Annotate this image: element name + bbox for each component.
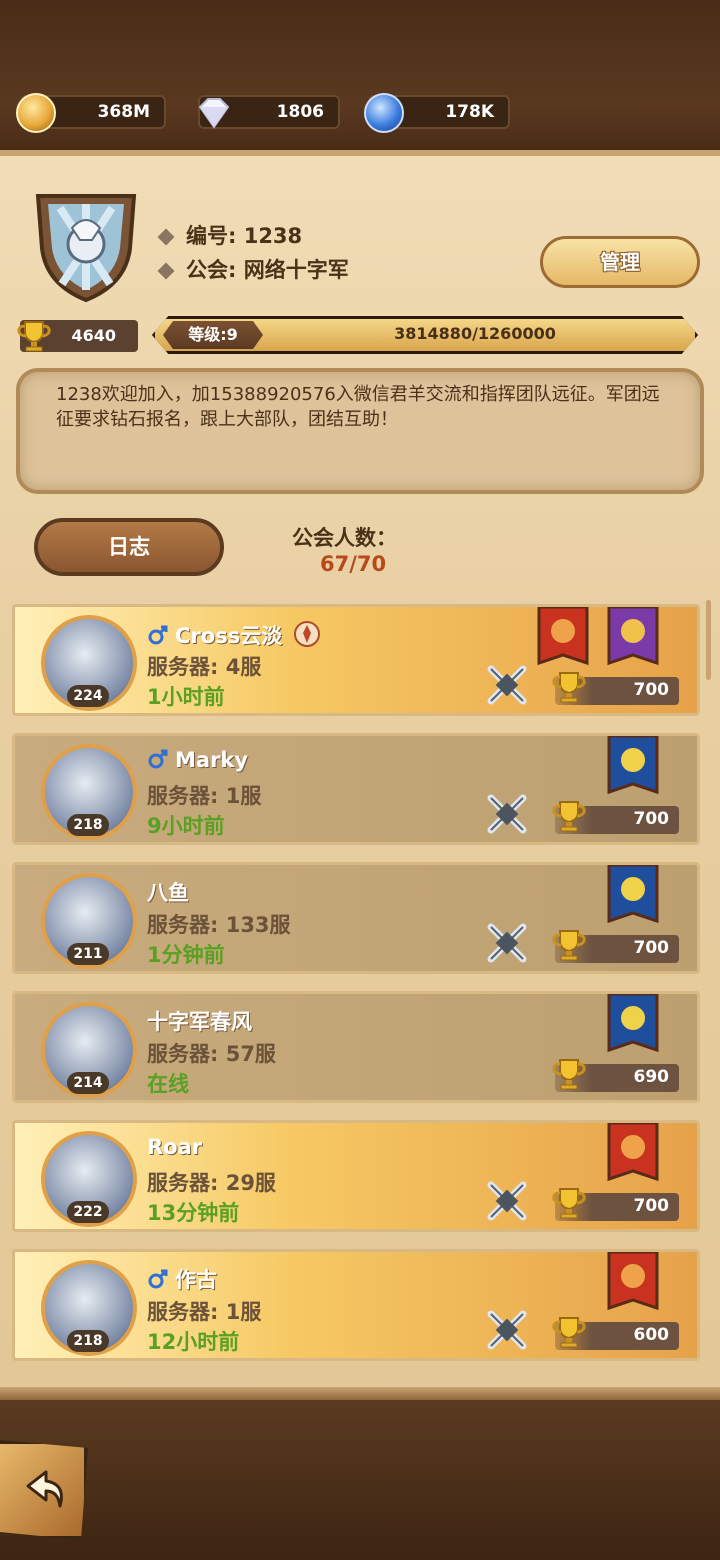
key-banner-icon[interactable]	[605, 736, 661, 800]
guild-rank-badge-icon	[294, 621, 321, 647]
member-server: 服务器: 57服	[147, 1042, 276, 1066]
diamond-bullet-icon	[157, 228, 175, 246]
guild-xp-text: 3814880/1260000	[394, 324, 556, 343]
trophy-icon	[551, 1314, 587, 1350]
crossed-swords-icon[interactable]	[485, 1179, 529, 1223]
member-last-online: 12小时前	[147, 1330, 240, 1354]
crown-banner-icon[interactable]	[605, 607, 661, 671]
member-server: 服务器: 1服	[147, 784, 262, 808]
guild-level-label: 等级:9	[163, 321, 263, 349]
male-gender-icon	[148, 749, 168, 769]
member-name: 八鱼	[147, 881, 189, 905]
member-trophy-score: 700	[552, 930, 679, 963]
member-list-scrollbar[interactable]	[706, 600, 711, 680]
gold-value: 368M	[97, 102, 150, 122]
member-server: 服务器: 133服	[147, 913, 291, 937]
trophy-icon	[551, 1185, 587, 1221]
member-server: 服务器: 1服	[147, 1300, 262, 1324]
member-last-online: 1小时前	[147, 685, 225, 709]
guild-name: 公会: 网络十字军	[157, 254, 349, 284]
key-banner-icon[interactable]	[605, 994, 661, 1058]
member-last-online: 1分钟前	[147, 943, 225, 967]
member-server: 服务器: 4服	[147, 655, 262, 679]
crystal-value: 178K	[445, 102, 494, 122]
member-list[interactable]: 224 Cross云淡服务器: 4服 1小时前 700 218 Marky 服务器: 1服 9…	[0, 600, 720, 1380]
member-level: 211	[67, 943, 109, 965]
member-name: 作古	[147, 1264, 217, 1294]
guild-emblem-icon[interactable]	[30, 188, 142, 304]
crossed-swords-icon[interactable]	[485, 792, 529, 836]
member-row[interactable]: 214 十字军春风服务器: 57服 在线 690	[12, 991, 700, 1103]
guild-id: 编号: 1238	[157, 220, 302, 250]
helmet-banner-icon[interactable]	[535, 607, 591, 671]
gold-coin-icon	[16, 93, 56, 133]
member-avatar[interactable]: 218	[37, 740, 141, 844]
member-level: 222	[67, 1201, 109, 1223]
trophy-icon	[551, 1056, 587, 1092]
member-level: 218	[67, 814, 109, 836]
member-avatar[interactable]: 211	[37, 869, 141, 973]
member-row[interactable]: 218 作古服务器: 1服 12小时前 600	[12, 1249, 700, 1361]
member-name: Marky	[147, 748, 248, 772]
log-button[interactable]: 日志	[34, 518, 224, 576]
member-last-online: 在线	[147, 1072, 189, 1096]
member-trophy-score: 600	[552, 1317, 679, 1350]
back-button[interactable]	[0, 1440, 88, 1540]
trophy-icon	[551, 798, 587, 834]
back-arrow-icon	[26, 1470, 63, 1508]
diamond-icon	[194, 93, 234, 133]
male-gender-icon	[148, 625, 168, 645]
member-row[interactable]: 224 Cross云淡服务器: 4服 1小时前 700	[12, 604, 700, 716]
guild-notice: 1238欢迎加入，加15388920576入微信君羊交流和指挥团队远征。军团远征…	[16, 368, 704, 494]
top-resource-bar: 368M 1806 178K	[0, 0, 720, 150]
member-level: 224	[67, 685, 109, 707]
member-level: 218	[67, 1330, 109, 1352]
manage-button[interactable]: 管理	[540, 236, 700, 288]
member-avatar[interactable]: 224	[37, 611, 141, 715]
bottom-bar	[0, 1400, 720, 1560]
helmet-banner-icon[interactable]	[605, 1123, 661, 1187]
member-last-online: 13分钟前	[147, 1201, 240, 1225]
diamond-bullet-icon	[157, 262, 175, 280]
member-row[interactable]: 211 八鱼服务器: 133服 1分钟前 700	[12, 862, 700, 974]
member-name: Roar	[147, 1135, 203, 1159]
member-level: 214	[67, 1072, 109, 1094]
crossed-swords-icon[interactable]	[485, 921, 529, 965]
crystal-resource[interactable]: 178K	[364, 93, 510, 133]
guild-level-progress: 等级:9 3814880/1260000	[152, 316, 698, 354]
member-trophy-score: 700	[552, 1188, 679, 1221]
member-trophy-score: 690	[552, 1059, 679, 1092]
male-gender-icon	[148, 1269, 168, 1289]
member-server: 服务器: 29服	[147, 1171, 276, 1195]
member-count-label: 公会人数：	[292, 526, 397, 550]
crossed-swords-icon[interactable]	[485, 663, 529, 707]
diamond-value: 1806	[276, 102, 324, 122]
trophy-icon	[551, 927, 587, 963]
trophy-icon	[551, 669, 587, 705]
member-avatar[interactable]: 214	[37, 998, 141, 1102]
member-avatar[interactable]: 218	[37, 1256, 141, 1360]
blue-crystal-icon	[364, 93, 404, 133]
key-banner-icon[interactable]	[605, 865, 661, 929]
trophy-icon	[16, 318, 52, 354]
helmet-banner-icon[interactable]	[605, 1252, 661, 1316]
member-count-value: 67/70	[320, 552, 387, 576]
member-trophy-score: 700	[552, 801, 679, 834]
diamond-resource[interactable]: 1806	[198, 95, 340, 129]
member-name: 十字军春风	[147, 1010, 252, 1034]
member-row[interactable]: 218 Marky 服务器: 1服 9小时前 700	[12, 733, 700, 845]
crossed-swords-icon[interactable]	[485, 1308, 529, 1352]
member-row[interactable]: 222 Roar 服务器: 29服 13分钟前 700	[12, 1120, 700, 1232]
member-avatar[interactable]: 222	[37, 1127, 141, 1231]
gold-resource[interactable]: 368M	[16, 93, 166, 133]
member-trophy-score: 700	[552, 672, 679, 705]
member-last-online: 9小时前	[147, 814, 225, 838]
member-name: Cross云淡	[147, 619, 322, 650]
